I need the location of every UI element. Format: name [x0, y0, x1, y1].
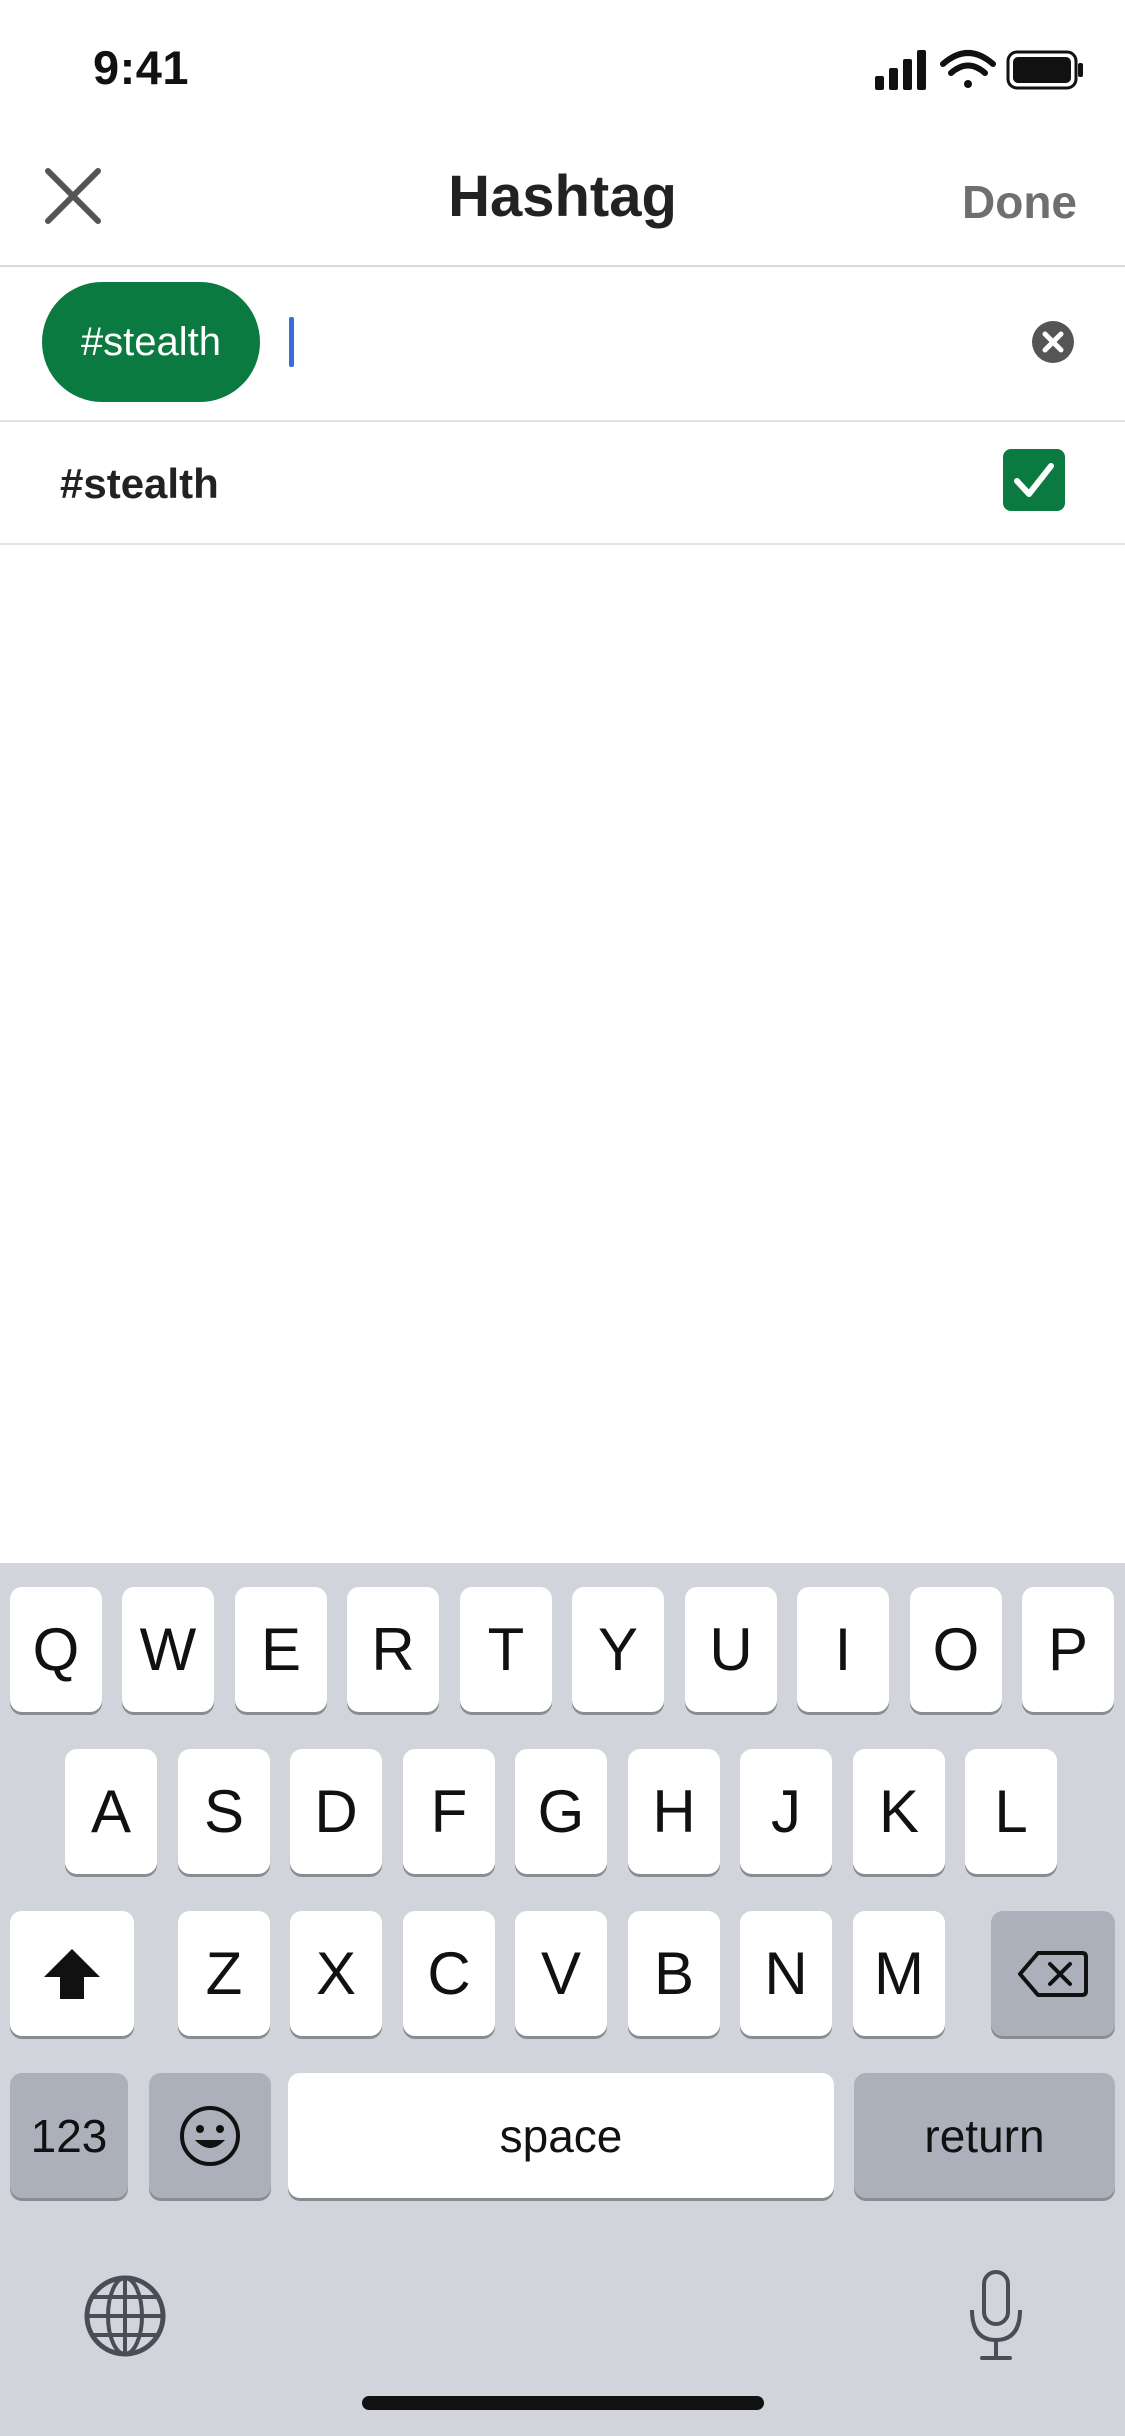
status-icons: [875, 48, 1085, 94]
key-x[interactable]: X: [290, 1911, 382, 2036]
globe-button[interactable]: [82, 2273, 168, 2359]
return-key[interactable]: return: [854, 2073, 1115, 2198]
clear-circle-icon: [1032, 321, 1074, 363]
checkbox-checked[interactable]: [1003, 449, 1065, 511]
emoji-key[interactable]: [149, 2073, 271, 2198]
on-screen-keyboard: Q W E R T Y U I O P A S D F G H J K L Z …: [0, 1563, 1125, 2436]
text-caret: [289, 317, 294, 367]
key-g[interactable]: G: [515, 1749, 607, 1874]
key-h[interactable]: H: [628, 1749, 720, 1874]
shift-icon: [44, 1948, 100, 1999]
globe-icon: [84, 2275, 166, 2357]
key-e[interactable]: E: [235, 1587, 327, 1712]
space-key[interactable]: space: [288, 2073, 834, 2198]
key-p[interactable]: P: [1022, 1587, 1114, 1712]
cellular-signal-icon: [875, 50, 926, 90]
microphone-icon: [970, 2270, 1022, 2360]
status-bar: 9:41: [0, 0, 1125, 135]
wifi-icon: [940, 50, 996, 88]
key-u[interactable]: U: [685, 1587, 777, 1712]
key-r[interactable]: R: [347, 1587, 439, 1712]
delete-key[interactable]: [991, 1911, 1115, 2036]
key-y[interactable]: Y: [572, 1587, 664, 1712]
clear-button[interactable]: [1031, 320, 1075, 364]
backspace-icon: [1018, 1950, 1088, 1997]
list-item[interactable]: #stealth: [0, 422, 1125, 545]
key-z[interactable]: Z: [178, 1911, 270, 2036]
key-v[interactable]: V: [515, 1911, 607, 2036]
key-d[interactable]: D: [290, 1749, 382, 1874]
key-i[interactable]: I: [797, 1587, 889, 1712]
hashtag-chip[interactable]: #stealth: [42, 282, 260, 402]
dictation-button[interactable]: [964, 2268, 1028, 2364]
key-c[interactable]: C: [403, 1911, 495, 2036]
home-indicator: [362, 2396, 764, 2410]
page-title: Hashtag: [448, 164, 677, 229]
emoji-icon: [180, 2105, 240, 2166]
numbers-key[interactable]: 123: [10, 2073, 128, 2198]
key-a[interactable]: A: [65, 1749, 157, 1874]
nav-bar: Hashtag Done: [0, 135, 1125, 267]
done-button[interactable]: Done: [962, 175, 1077, 229]
key-n[interactable]: N: [740, 1911, 832, 2036]
shift-key[interactable]: [10, 1911, 134, 2036]
key-k[interactable]: K: [853, 1749, 945, 1874]
battery-icon: [1006, 50, 1083, 90]
status-time: 9:41: [93, 41, 190, 94]
key-o[interactable]: O: [910, 1587, 1002, 1712]
key-l[interactable]: L: [965, 1749, 1057, 1874]
key-w[interactable]: W: [122, 1587, 214, 1712]
key-f[interactable]: F: [403, 1749, 495, 1874]
hashtag-result-label: #stealth: [60, 460, 219, 507]
key-b[interactable]: B: [628, 1911, 720, 2036]
hashtag-input-row[interactable]: #stealth: [0, 267, 1125, 422]
key-s[interactable]: S: [178, 1749, 270, 1874]
key-q[interactable]: Q: [10, 1587, 102, 1712]
checkmark-icon: [1014, 463, 1054, 497]
key-j[interactable]: J: [740, 1749, 832, 1874]
key-t[interactable]: T: [460, 1587, 552, 1712]
key-m[interactable]: M: [853, 1911, 945, 2036]
